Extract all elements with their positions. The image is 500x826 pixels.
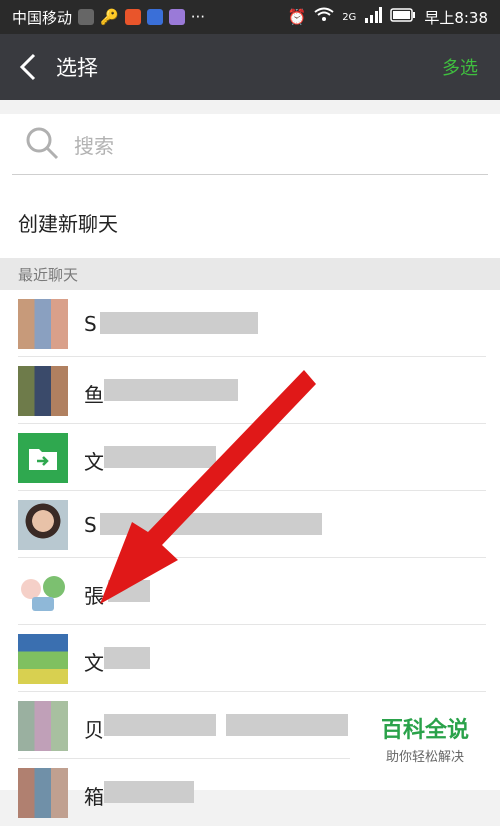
watermark-subtitle: 助你轻松解决 [385,749,464,765]
red-annotation-arrow-icon [100,370,316,604]
watermark-title: 百科全说 [380,717,469,743]
watermark-logo: 百科全说 助你轻松解决 [350,708,500,768]
